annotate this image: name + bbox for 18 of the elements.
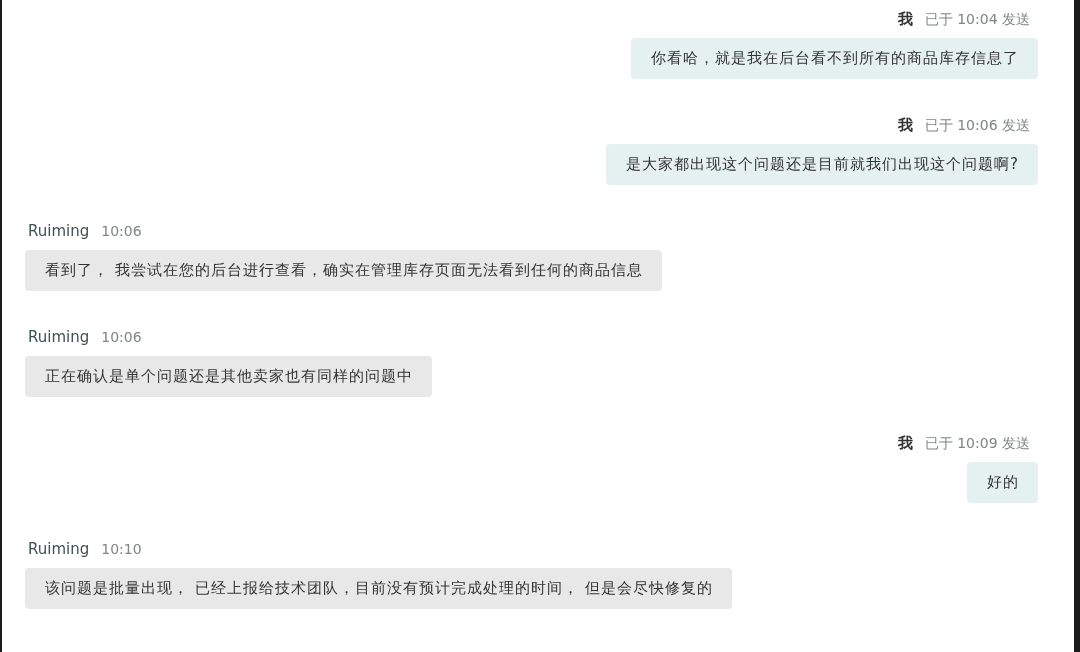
message-timestamp: 已于 10:06 发送 — [924, 116, 1030, 135]
message-timestamp: 10:10 — [101, 540, 142, 559]
message-timestamp: 10:06 — [101, 328, 142, 347]
sender-name: Ruiming — [28, 221, 90, 241]
message-bubble: 好的 — [967, 462, 1038, 503]
message-timestamp: 10:06 — [101, 222, 142, 241]
message-bubble: 是大家都出现这个问题还是目前就我们出现这个问题啊? — [606, 144, 1038, 185]
message-bubble: 看到了， 我尝试在您的后台进行查看，确实在管理库存页面无法看到任何的商品信息 — [25, 250, 662, 291]
message-bubble: 你看哈，就是我在后台看不到所有的商品库存信息了 — [631, 38, 1038, 79]
sender-name: 我 — [897, 9, 913, 29]
message-timestamp: 已于 10:09 发送 — [924, 434, 1030, 453]
message-bubble: 该问题是批量出现， 已经上报给技术团队，目前没有预计完成处理的时间， 但是会尽快修复的 — [25, 568, 732, 609]
sender-name: 我 — [897, 115, 913, 135]
sender-name: Ruiming — [28, 327, 90, 347]
message-bubble: 正在确认是单个问题还是其他卖家也有同样的问题中 — [25, 356, 432, 397]
sender-name: Ruiming — [28, 539, 90, 559]
sender-name: 我 — [897, 433, 913, 453]
message-timestamp: 已于 10:04 发送 — [924, 10, 1030, 29]
